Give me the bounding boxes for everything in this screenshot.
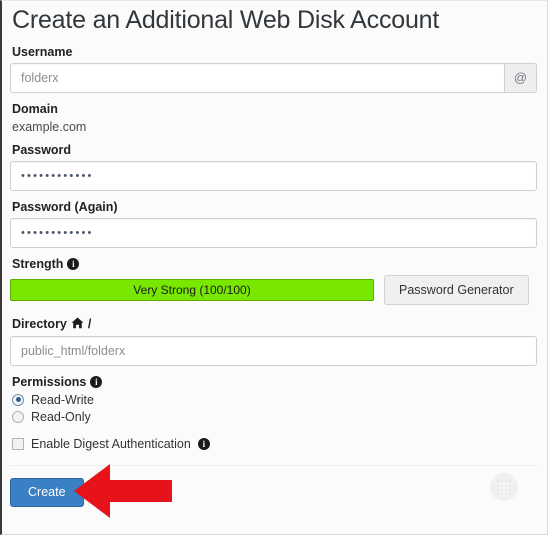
checkbox-digest-authentication[interactable] <box>12 437 24 450</box>
at-sign-icon[interactable]: @ <box>504 62 537 93</box>
directory-field-group: Directory / <box>10 317 537 366</box>
password-again-field-group: Password (Again) <box>10 200 537 248</box>
username-label: Username <box>12 45 537 59</box>
digest-authentication-label: Enable Digest Authentication <box>31 436 191 451</box>
strength-bar-text: Very Strong (100/100) <box>133 282 251 297</box>
password-field-group: Password <box>10 143 537 191</box>
info-icon[interactable]: i <box>197 437 210 450</box>
permission-option-read-write[interactable]: Read-Write <box>12 393 537 407</box>
password-again-label-text: Password (Again) <box>12 199 118 214</box>
strength-row: Very Strong (100/100) Password Generator <box>10 274 537 305</box>
directory-label: Directory / <box>12 317 537 332</box>
info-icon[interactable]: i <box>90 375 103 388</box>
password-label-text: Password <box>12 142 72 157</box>
permission-option-read-only[interactable]: Read-Only <box>12 410 537 424</box>
password-strength-bar: Very Strong (100/100) <box>10 278 374 301</box>
strength-field-group: Strength i Very Strong (100/100) Passwor… <box>10 257 537 305</box>
domain-value: example.com <box>12 119 87 134</box>
page-title: Create an Additional Web Disk Account <box>12 6 440 34</box>
red-arrow-left-icon <box>72 462 196 520</box>
directory-separator: / <box>87 317 92 331</box>
username-input-group: @ <box>10 62 537 93</box>
domain-label: Domain <box>12 102 537 116</box>
web-disk-account-form: Create an Additional Web Disk Account Us… <box>0 0 548 535</box>
digest-authentication-option[interactable]: Enable Digest Authentication i <box>12 437 537 451</box>
building-grid-watermark-icon <box>489 472 519 502</box>
form-footer: Create <box>10 462 537 526</box>
username-input[interactable] <box>10 62 504 93</box>
username-field-group: Username @ <box>10 45 537 93</box>
home-icon[interactable] <box>71 317 84 332</box>
password-again-label: Password (Again) <box>12 200 537 214</box>
directory-label-text: Directory <box>12 317 67 331</box>
radio-read-only[interactable] <box>12 410 24 423</box>
permissions-label: Permissions i <box>12 375 537 389</box>
permissions-options: Read-Write Read-Only <box>12 393 537 424</box>
permission-option-label: Read-Write <box>31 392 94 407</box>
domain-field-group: Domain example.com <box>10 102 537 134</box>
password-generator-button[interactable]: Password Generator <box>384 274 529 305</box>
info-icon[interactable]: i <box>67 257 80 270</box>
radio-read-write[interactable] <box>12 393 24 406</box>
permission-option-label: Read-Only <box>31 409 91 424</box>
password-input[interactable] <box>10 160 537 191</box>
password-again-input[interactable] <box>10 217 537 248</box>
permissions-label-text: Permissions <box>12 374 87 389</box>
strength-label-text: Strength <box>12 256 64 271</box>
strength-label: Strength i <box>12 257 537 271</box>
directory-input[interactable] <box>10 335 537 366</box>
password-label: Password <box>12 143 537 157</box>
username-label-text: Username <box>12 44 73 59</box>
domain-label-text: Domain <box>12 101 58 116</box>
permissions-field-group: Permissions i Read-Write Read-Only Enabl… <box>10 375 537 451</box>
create-button[interactable]: Create <box>10 477 84 507</box>
